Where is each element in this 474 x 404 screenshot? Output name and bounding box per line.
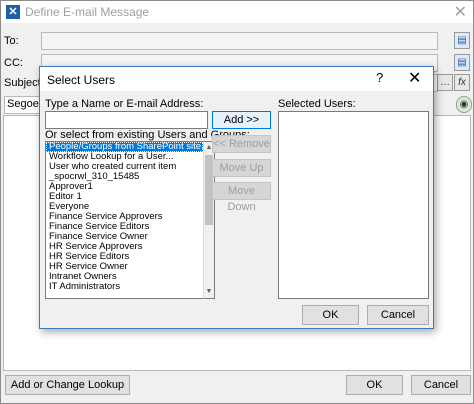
subject-ellipsis-button[interactable]: … [437, 74, 453, 91]
list-item[interactable]: HR Service Approvers [46, 242, 203, 252]
subject-formula-icon[interactable]: fx [454, 74, 470, 91]
list-item[interactable]: Approver1 [46, 182, 203, 192]
list-item[interactable]: User who created current item [46, 162, 203, 172]
name-email-input[interactable] [45, 111, 208, 129]
outer-cancel-button[interactable]: Cancel [411, 375, 471, 395]
to-field[interactable] [41, 32, 438, 50]
list-item[interactable]: Finance Service Editors [46, 222, 203, 232]
select-users-dialog: Select Users ? ✕ Type a Name or E-mail A… [39, 66, 434, 329]
list-item[interactable]: _spocrwl_310_15485 [46, 172, 203, 182]
dialog-title-bar: Select Users ? ✕ [40, 67, 433, 91]
outer-title-bar: ✕ Define E-mail Message ✕ [1, 1, 473, 23]
selected-users-label: Selected Users: [278, 98, 356, 110]
list-item[interactable]: HR Service Owner [46, 262, 203, 272]
cc-address-book-icon[interactable]: ▤ [454, 54, 470, 71]
selected-users-list[interactable] [278, 111, 429, 299]
list-item[interactable]: Intranet Owners [46, 272, 203, 282]
cc-label: CC: [4, 57, 23, 69]
list-item[interactable]: People/Groups from SharePoint site... [46, 142, 203, 152]
list-item[interactable]: Editor 1 [46, 192, 203, 202]
resize-grip-icon[interactable]: ⋰ [423, 318, 431, 326]
list-item[interactable]: IT Administrators [46, 282, 203, 292]
list-item[interactable]: Finance Service Approvers [46, 212, 203, 222]
list-item[interactable]: Workflow Lookup for a User... [46, 152, 203, 162]
add-change-lookup-button[interactable]: Add or Change Lookup [5, 375, 130, 395]
move-down-button[interactable]: Move Down [212, 182, 271, 213]
dialog-ok-button[interactable]: OK [302, 305, 359, 325]
help-icon[interactable]: ? [376, 70, 383, 85]
to-address-book-icon[interactable]: ▤ [454, 32, 470, 49]
list-item[interactable]: Everyone [46, 202, 203, 212]
outer-close-icon[interactable]: ✕ [454, 2, 467, 22]
dialog-close-icon[interactable]: ✕ [408, 68, 421, 88]
users-groups-list[interactable]: People/Groups from SharePoint site... Wor… [45, 141, 203, 299]
to-label: To: [4, 35, 19, 47]
name-input-label: Type a Name or E-mail Address: [45, 98, 204, 110]
font-family-select[interactable]: Segoe UI [4, 96, 44, 114]
list-item[interactable]: Finance Service Owner [46, 232, 203, 242]
list-item[interactable]: HR Service Editors [46, 252, 203, 262]
outer-window-title: Define E-mail Message [25, 5, 150, 19]
dialog-title: Select Users [47, 73, 116, 87]
app-icon: ✕ [6, 5, 20, 19]
subject-label: Subject: [4, 77, 44, 89]
scroll-down-arrow-icon[interactable]: ▼ [204, 286, 214, 298]
dialog-cancel-button[interactable]: Cancel [367, 305, 429, 325]
move-up-button[interactable]: Move Up [212, 159, 271, 177]
outer-ok-button[interactable]: OK [346, 375, 403, 395]
add-button[interactable]: Add >> [212, 111, 271, 129]
insert-lookup-icon[interactable]: ◉ [456, 96, 472, 113]
remove-button[interactable]: << Remove [212, 135, 271, 153]
